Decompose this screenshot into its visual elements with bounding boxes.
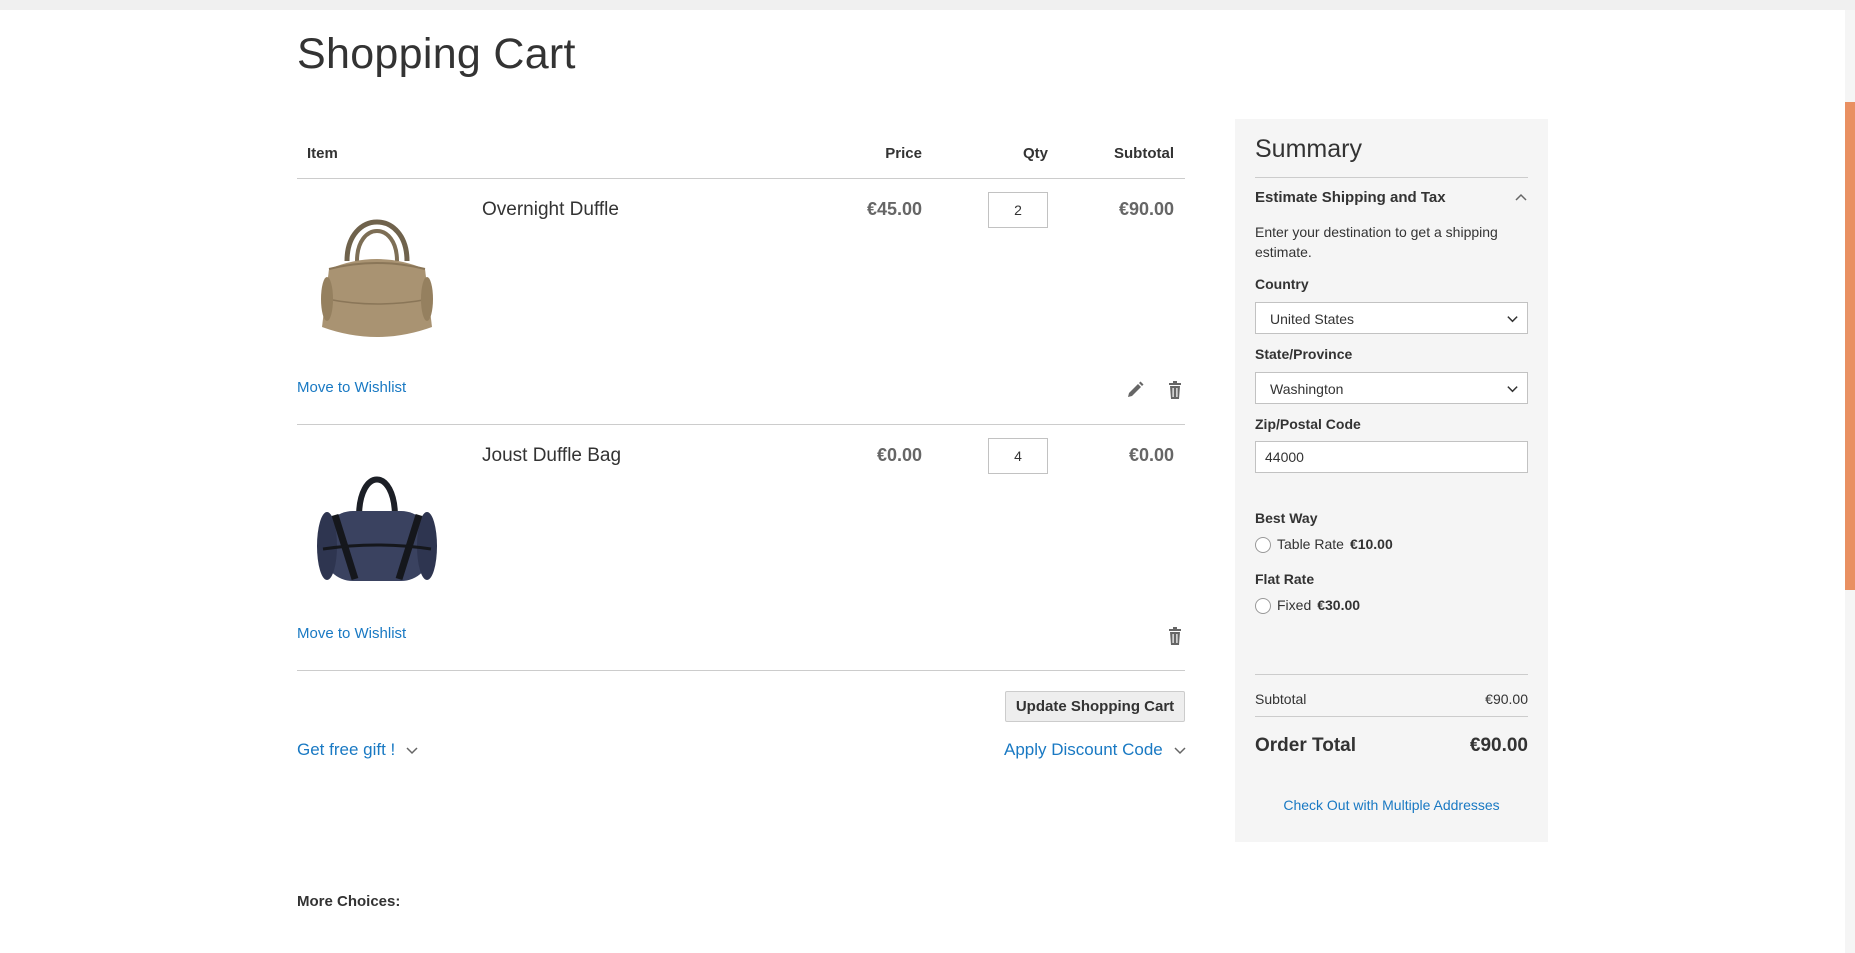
shipping-method-label: Fixed [1277, 596, 1312, 613]
shipping-option-fixed[interactable]: Fixed €30.00 [1255, 595, 1360, 614]
summary-title: Summary [1255, 135, 1362, 163]
carrier-title: Best Way [1255, 510, 1318, 526]
estimate-shipping-toggle[interactable]: Estimate Shipping and Tax [1255, 189, 1446, 206]
subtotal-label: Subtotal [1255, 691, 1307, 707]
trash-icon[interactable] [1165, 380, 1185, 400]
order-total-row: Order Total €90.00 [1255, 735, 1528, 757]
move-to-wishlist-link[interactable]: Move to Wishlist [297, 379, 406, 396]
header-price: Price [885, 145, 922, 162]
state-value: Washington [1270, 381, 1344, 397]
product-name[interactable]: Overnight Duffle [482, 199, 619, 221]
state-label: State/Province [1255, 346, 1353, 362]
shipping-radio[interactable] [1255, 598, 1271, 614]
chevron-down-icon [406, 747, 418, 755]
update-shopping-cart-button[interactable]: Update Shopping Cart [1005, 691, 1185, 722]
scrollbar-thumb[interactable] [1845, 102, 1855, 590]
move-to-wishlist-link[interactable]: Move to Wishlist [297, 625, 406, 642]
cart-item-row: Overnight Duffle €45.00 €90.00 Move to W… [297, 179, 1185, 425]
product-image-overnight-duffle[interactable] [307, 199, 447, 349]
pencil-icon[interactable] [1125, 380, 1145, 400]
product-name[interactable]: Joust Duffle Bag [482, 445, 621, 467]
product-subtotal: €0.00 [1128, 445, 1174, 465]
shipping-radio[interactable] [1255, 537, 1271, 553]
country-select[interactable]: United States [1255, 302, 1528, 334]
chevron-down-icon [1507, 316, 1518, 323]
multi-address-checkout-link[interactable]: Check Out with Multiple Addresses [1255, 797, 1528, 813]
chevron-up-icon[interactable] [1514, 191, 1528, 205]
trash-icon[interactable] [1165, 626, 1185, 646]
product-subtotal: €90.00 [1118, 199, 1174, 219]
product-price: €0.00 [876, 445, 922, 465]
estimate-description: Enter your destination to get a shipping… [1255, 224, 1498, 260]
subtotal-row: Subtotal €90.00 [1255, 691, 1528, 707]
apply-discount-toggle[interactable]: Apply Discount Code [1004, 740, 1187, 760]
shipping-method-label: Table Rate [1277, 535, 1344, 552]
header-item: Item [307, 145, 338, 162]
qty-input[interactable] [988, 438, 1048, 474]
header-subtotal: Subtotal [1114, 145, 1174, 162]
country-label: Country [1255, 276, 1309, 292]
summary-divider [1255, 716, 1528, 717]
zip-input[interactable] [1255, 441, 1528, 473]
zip-label: Zip/Postal Code [1255, 416, 1361, 432]
summary-divider [1255, 674, 1528, 675]
state-select[interactable]: Washington [1255, 372, 1528, 404]
header-qty: Qty [1022, 145, 1048, 162]
shipping-method-price: €10.00 [1349, 535, 1393, 552]
country-value: United States [1270, 311, 1355, 327]
top-strip [0, 0, 1855, 10]
subtotal-value: €90.00 [1485, 691, 1528, 707]
apply-discount-label: Apply Discount Code [1004, 740, 1163, 759]
order-total-label: Order Total [1255, 735, 1356, 756]
summary-panel: Summary Estimate Shipping and Tax Enter … [1235, 119, 1548, 842]
free-gift-label: Get free gift ! [297, 740, 396, 759]
summary-divider [1255, 177, 1528, 178]
chevron-down-icon [1174, 747, 1186, 755]
scrollbar-track[interactable] [1845, 10, 1855, 953]
cart-table-header: Item Price Qty Subtotal [297, 120, 1185, 179]
qty-input[interactable] [988, 192, 1048, 228]
page-title: Shopping Cart [297, 30, 576, 78]
free-gift-toggle[interactable]: Get free gift ! [297, 740, 419, 760]
more-choices-heading: More Choices: [297, 893, 401, 910]
order-total-value: €90.00 [1469, 735, 1528, 756]
cart-item-row: Joust Duffle Bag €0.00 €0.00 Move to Wis… [297, 425, 1185, 671]
carrier-title: Flat Rate [1255, 571, 1315, 587]
chevron-down-icon [1507, 386, 1518, 393]
cart-table: Item Price Qty Subtotal Overnight Duffle… [297, 120, 1185, 671]
product-image-joust-duffle-bag[interactable] [307, 445, 447, 595]
product-price: €45.00 [866, 199, 922, 219]
shipping-method-price: €30.00 [1317, 596, 1361, 613]
shipping-option-table-rate[interactable]: Table Rate €10.00 [1255, 534, 1393, 553]
